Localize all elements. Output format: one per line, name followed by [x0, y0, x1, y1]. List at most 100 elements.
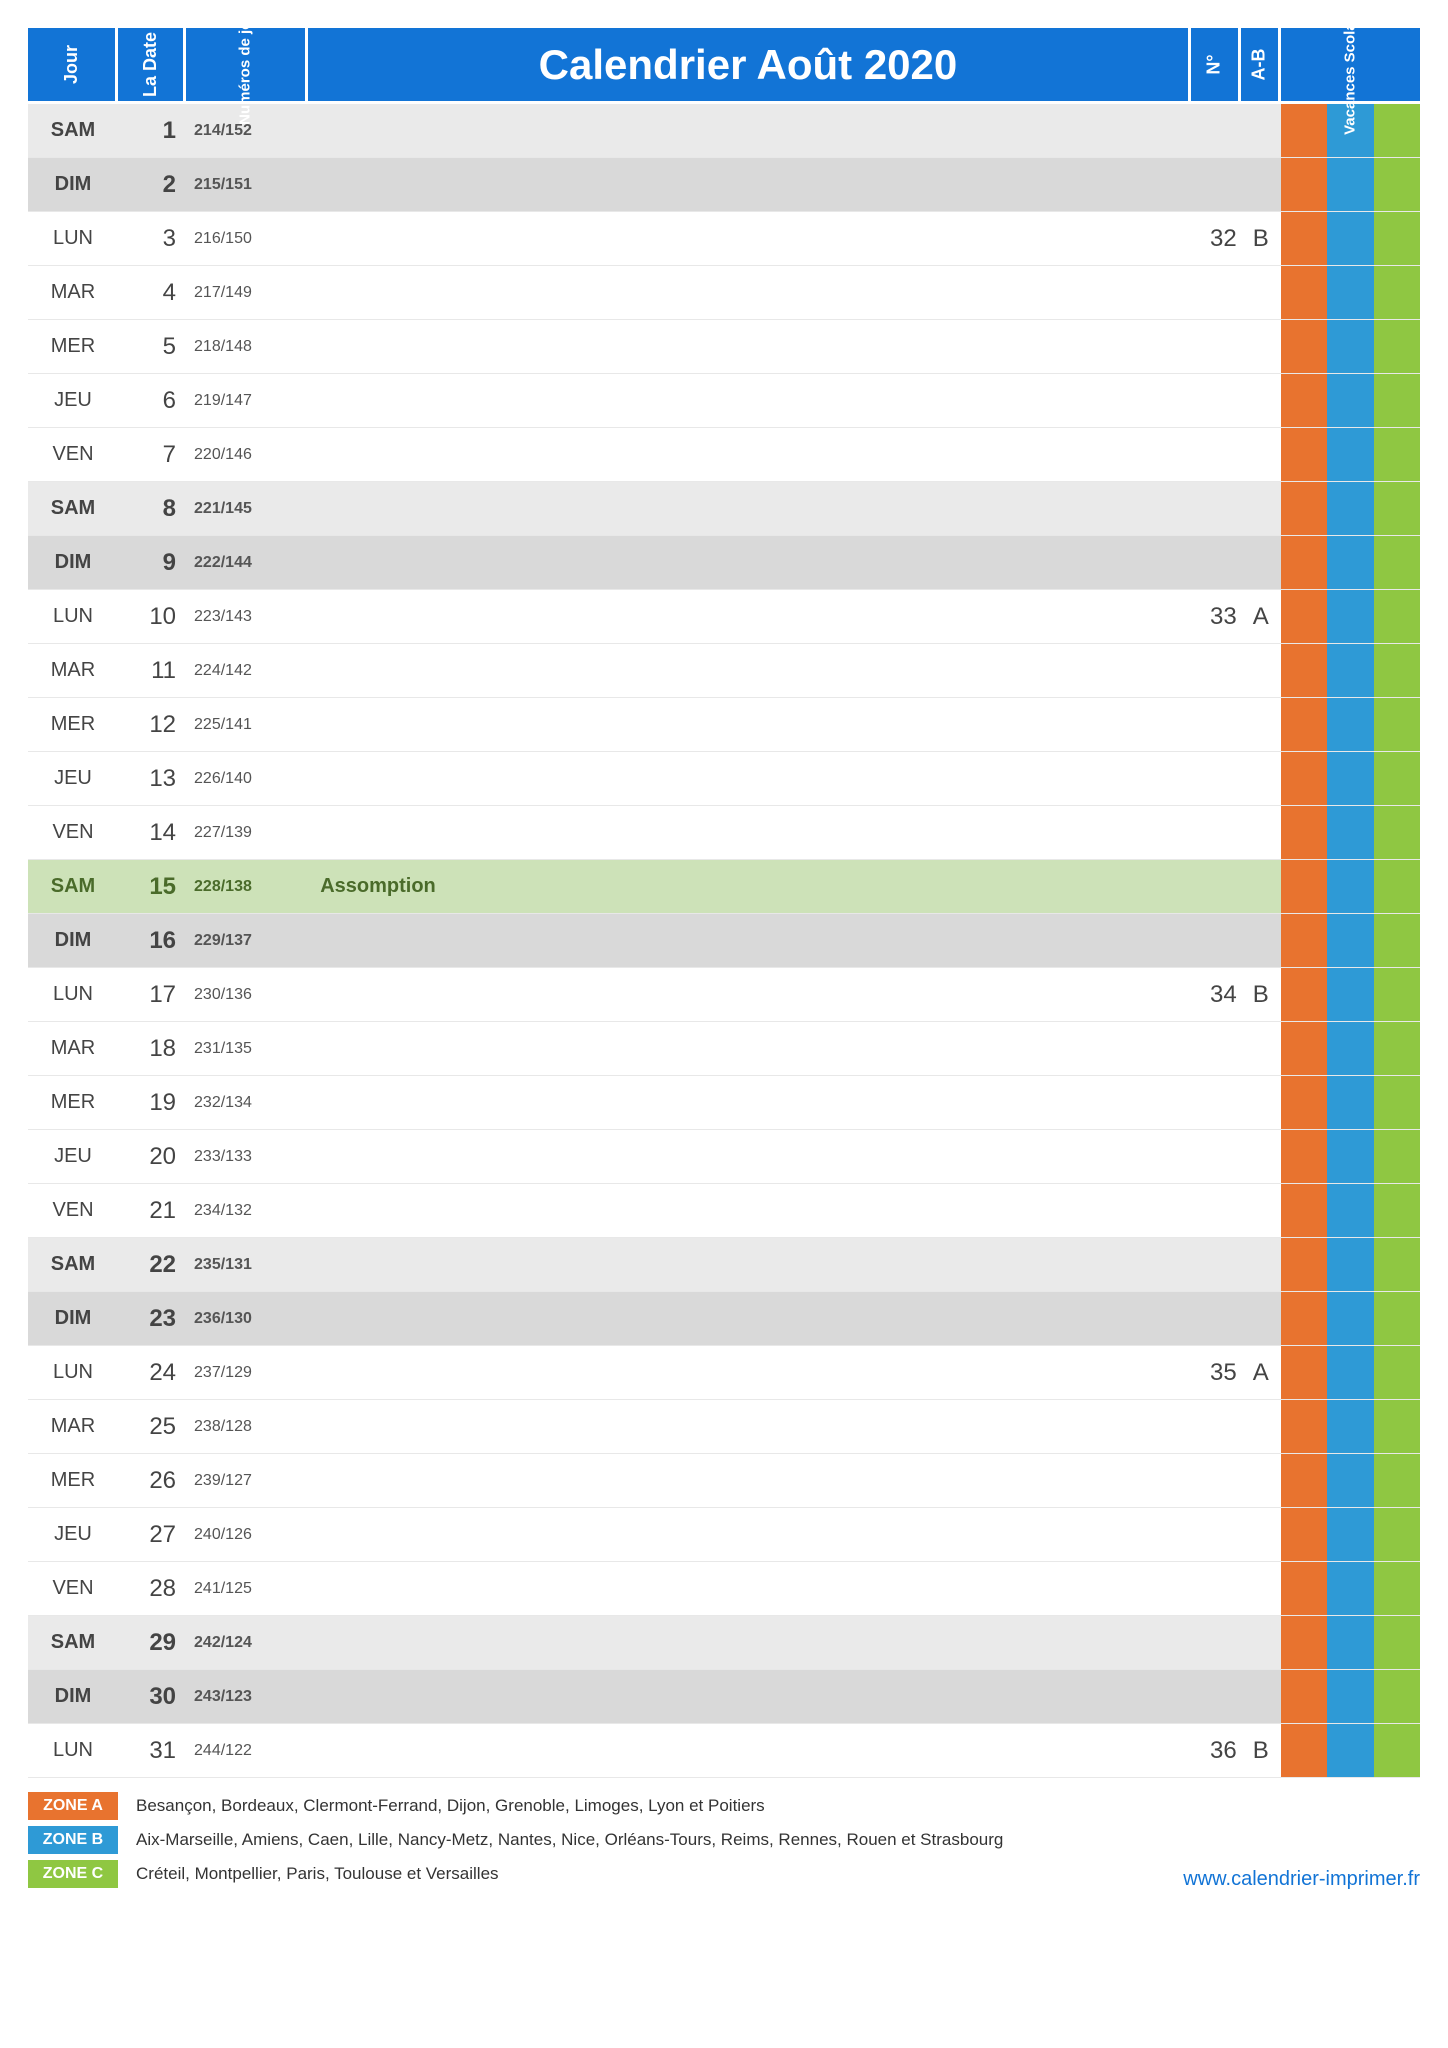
ab-indicator [1241, 1508, 1281, 1562]
day-event [308, 374, 1191, 428]
vacation-zone-a [1281, 1184, 1327, 1237]
day-date: 28 [118, 1562, 186, 1616]
week-number [1191, 104, 1241, 158]
ab-indicator [1241, 482, 1281, 536]
day-date: 7 [118, 428, 186, 482]
day-number: 218/148 [186, 320, 308, 374]
day-name: MAR [28, 1400, 118, 1454]
vacation-cell [1281, 374, 1420, 428]
day-name: MAR [28, 644, 118, 698]
week-number: 33 [1191, 590, 1241, 644]
week-number [1191, 1454, 1241, 1508]
day-event [308, 1238, 1191, 1292]
vacation-zone-a [1281, 1238, 1327, 1291]
header-title: Calendrier Août 2020 [308, 28, 1191, 104]
day-date: 31 [118, 1724, 186, 1778]
day-number: 232/134 [186, 1076, 308, 1130]
table-row: MER5218/148 [28, 320, 1420, 374]
day-number: 217/149 [186, 266, 308, 320]
vacation-cell [1281, 1346, 1420, 1400]
vacation-zone-a [1281, 860, 1327, 913]
vacation-zone-c [1374, 158, 1420, 211]
vacation-zone-b [1327, 1508, 1373, 1561]
day-event [308, 1346, 1191, 1400]
week-number: 36 [1191, 1724, 1241, 1778]
vacation-zone-b [1327, 1724, 1373, 1777]
day-number: 229/137 [186, 914, 308, 968]
header-row: Jour La Date Numéros de jour Calendrier … [28, 28, 1420, 104]
day-name: SAM [28, 1616, 118, 1670]
day-date: 10 [118, 590, 186, 644]
vacation-zone-c [1374, 860, 1420, 913]
table-row: DIM9222/144 [28, 536, 1420, 590]
day-event [308, 1400, 1191, 1454]
vacation-cell [1281, 1292, 1420, 1346]
day-number: 226/140 [186, 752, 308, 806]
day-event [308, 104, 1191, 158]
week-number [1191, 752, 1241, 806]
vacation-zone-a [1281, 1346, 1327, 1399]
vacation-cell [1281, 1562, 1420, 1616]
day-event [308, 482, 1191, 536]
vacation-cell [1281, 1670, 1420, 1724]
day-number: 238/128 [186, 1400, 308, 1454]
vacation-zone-c [1374, 1130, 1420, 1183]
table-row: MAR11224/142 [28, 644, 1420, 698]
day-event [308, 644, 1191, 698]
ab-indicator [1241, 1184, 1281, 1238]
day-event [308, 806, 1191, 860]
day-event [308, 1292, 1191, 1346]
vacation-zone-a [1281, 590, 1327, 643]
day-number: 235/131 [186, 1238, 308, 1292]
vacation-zone-c [1374, 1670, 1420, 1723]
day-event [308, 1184, 1191, 1238]
day-date: 8 [118, 482, 186, 536]
day-name: VEN [28, 1562, 118, 1616]
vacation-cell [1281, 320, 1420, 374]
day-name: VEN [28, 428, 118, 482]
day-name: MER [28, 1076, 118, 1130]
table-row: JEU6219/147 [28, 374, 1420, 428]
vacation-zone-a [1281, 374, 1327, 427]
day-name: MAR [28, 266, 118, 320]
day-event [308, 1508, 1191, 1562]
ab-indicator [1241, 644, 1281, 698]
table-row: VEN7220/146 [28, 428, 1420, 482]
week-number [1191, 428, 1241, 482]
vacation-cell [1281, 806, 1420, 860]
vacation-cell [1281, 212, 1420, 266]
vacation-zone-b [1327, 1130, 1373, 1183]
week-number [1191, 266, 1241, 320]
day-name: VEN [28, 806, 118, 860]
day-number: 219/147 [186, 374, 308, 428]
day-name: JEU [28, 374, 118, 428]
week-number [1191, 1238, 1241, 1292]
vacation-zone-b [1327, 644, 1373, 697]
ab-indicator [1241, 1022, 1281, 1076]
vacation-cell [1281, 1400, 1420, 1454]
vacation-zone-c [1374, 1724, 1420, 1777]
vacation-zone-a [1281, 1292, 1327, 1345]
day-date: 24 [118, 1346, 186, 1400]
vacation-zone-a [1281, 428, 1327, 481]
vacation-zone-a [1281, 1076, 1327, 1129]
vacation-zone-c [1374, 1346, 1420, 1399]
day-date: 23 [118, 1292, 186, 1346]
day-event [308, 590, 1191, 644]
vacation-zone-a [1281, 212, 1327, 265]
vacation-zone-b [1327, 1022, 1373, 1075]
day-name: DIM [28, 1292, 118, 1346]
week-number [1191, 1670, 1241, 1724]
vacation-zone-b [1327, 482, 1373, 535]
ab-indicator [1241, 104, 1281, 158]
week-number [1191, 1400, 1241, 1454]
table-row: LUN31244/12236B [28, 1724, 1420, 1778]
zone-c-text: Créteil, Montpellier, Paris, Toulouse et… [136, 1864, 499, 1884]
table-row: SAM22235/131 [28, 1238, 1420, 1292]
day-number: 221/145 [186, 482, 308, 536]
ab-indicator [1241, 320, 1281, 374]
vacation-zone-b [1327, 1292, 1373, 1345]
day-event [308, 968, 1191, 1022]
day-number: 220/146 [186, 428, 308, 482]
day-event [308, 1562, 1191, 1616]
